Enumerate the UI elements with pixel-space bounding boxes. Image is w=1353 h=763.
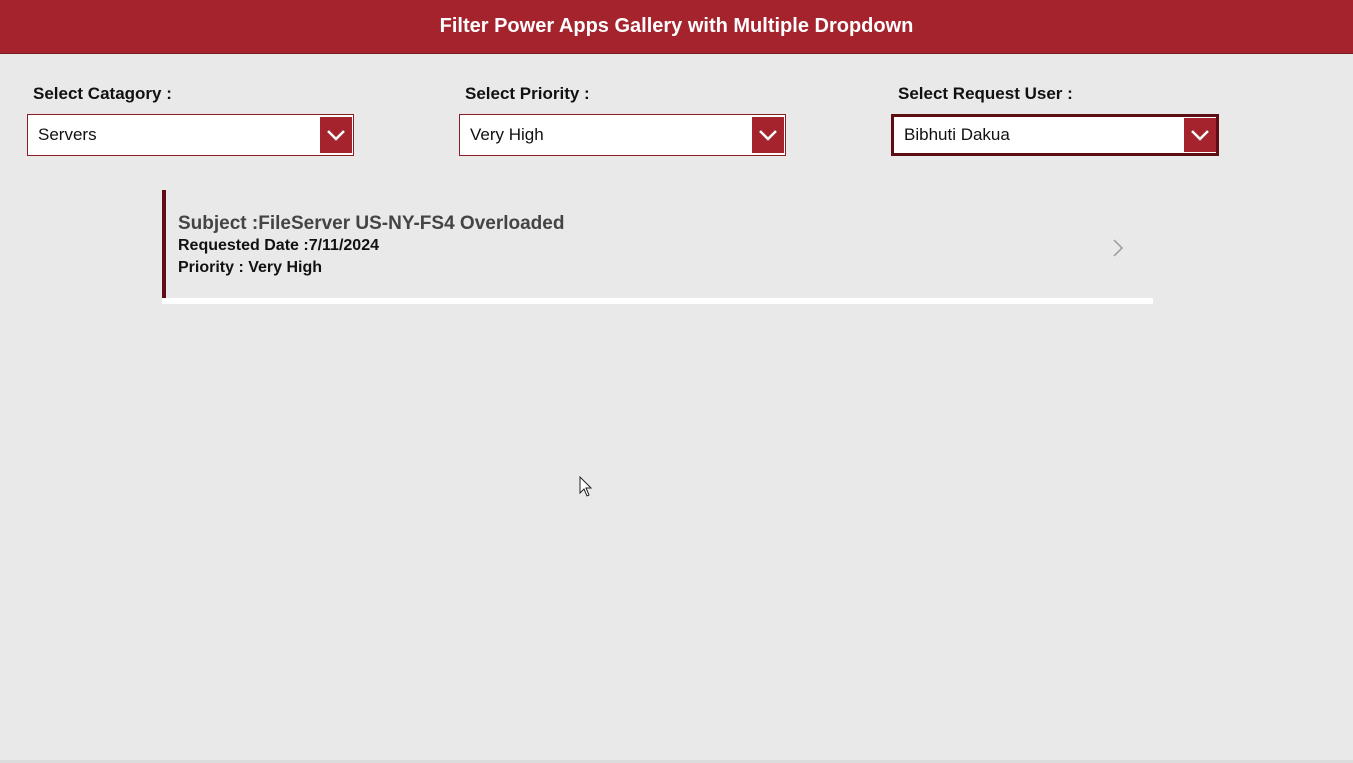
category-label: Select Catagory : bbox=[33, 84, 172, 103]
chevron-right-icon[interactable] bbox=[1111, 237, 1125, 259]
request-gallery: Subject :FileServer US-NY-FS4 Overloaded… bbox=[162, 190, 1153, 306]
gallery-separator bbox=[162, 298, 1153, 304]
chevron-down-icon[interactable] bbox=[752, 117, 784, 153]
category-dropdown-value: Servers bbox=[38, 125, 97, 144]
item-subject: Subject :FileServer US-NY-FS4 Overloaded bbox=[178, 213, 565, 234]
priority-label: Select Priority : bbox=[465, 84, 590, 103]
chevron-down-icon[interactable] bbox=[1184, 118, 1216, 152]
priority-dropdown[interactable]: Very High bbox=[459, 114, 786, 156]
request-user-dropdown[interactable]: Bibhuti Dakua bbox=[891, 114, 1219, 156]
item-priority: Priority : Very High bbox=[178, 259, 323, 276]
gallery-item[interactable]: Subject :FileServer US-NY-FS4 Overloaded… bbox=[162, 190, 1153, 298]
priority-dropdown-value: Very High bbox=[470, 125, 544, 144]
request-user-dropdown-value: Bibhuti Dakua bbox=[904, 125, 1010, 144]
app-header: Filter Power Apps Gallery with Multiple … bbox=[0, 0, 1353, 54]
mouse-cursor-icon bbox=[579, 476, 593, 497]
chevron-down-icon[interactable] bbox=[320, 117, 352, 153]
item-requested-date: Requested Date :7/11/2024 bbox=[178, 237, 379, 254]
request-user-label: Select Request User : bbox=[898, 84, 1073, 103]
category-dropdown[interactable]: Servers bbox=[27, 114, 354, 156]
page-title: Filter Power Apps Gallery with Multiple … bbox=[439, 15, 914, 37]
